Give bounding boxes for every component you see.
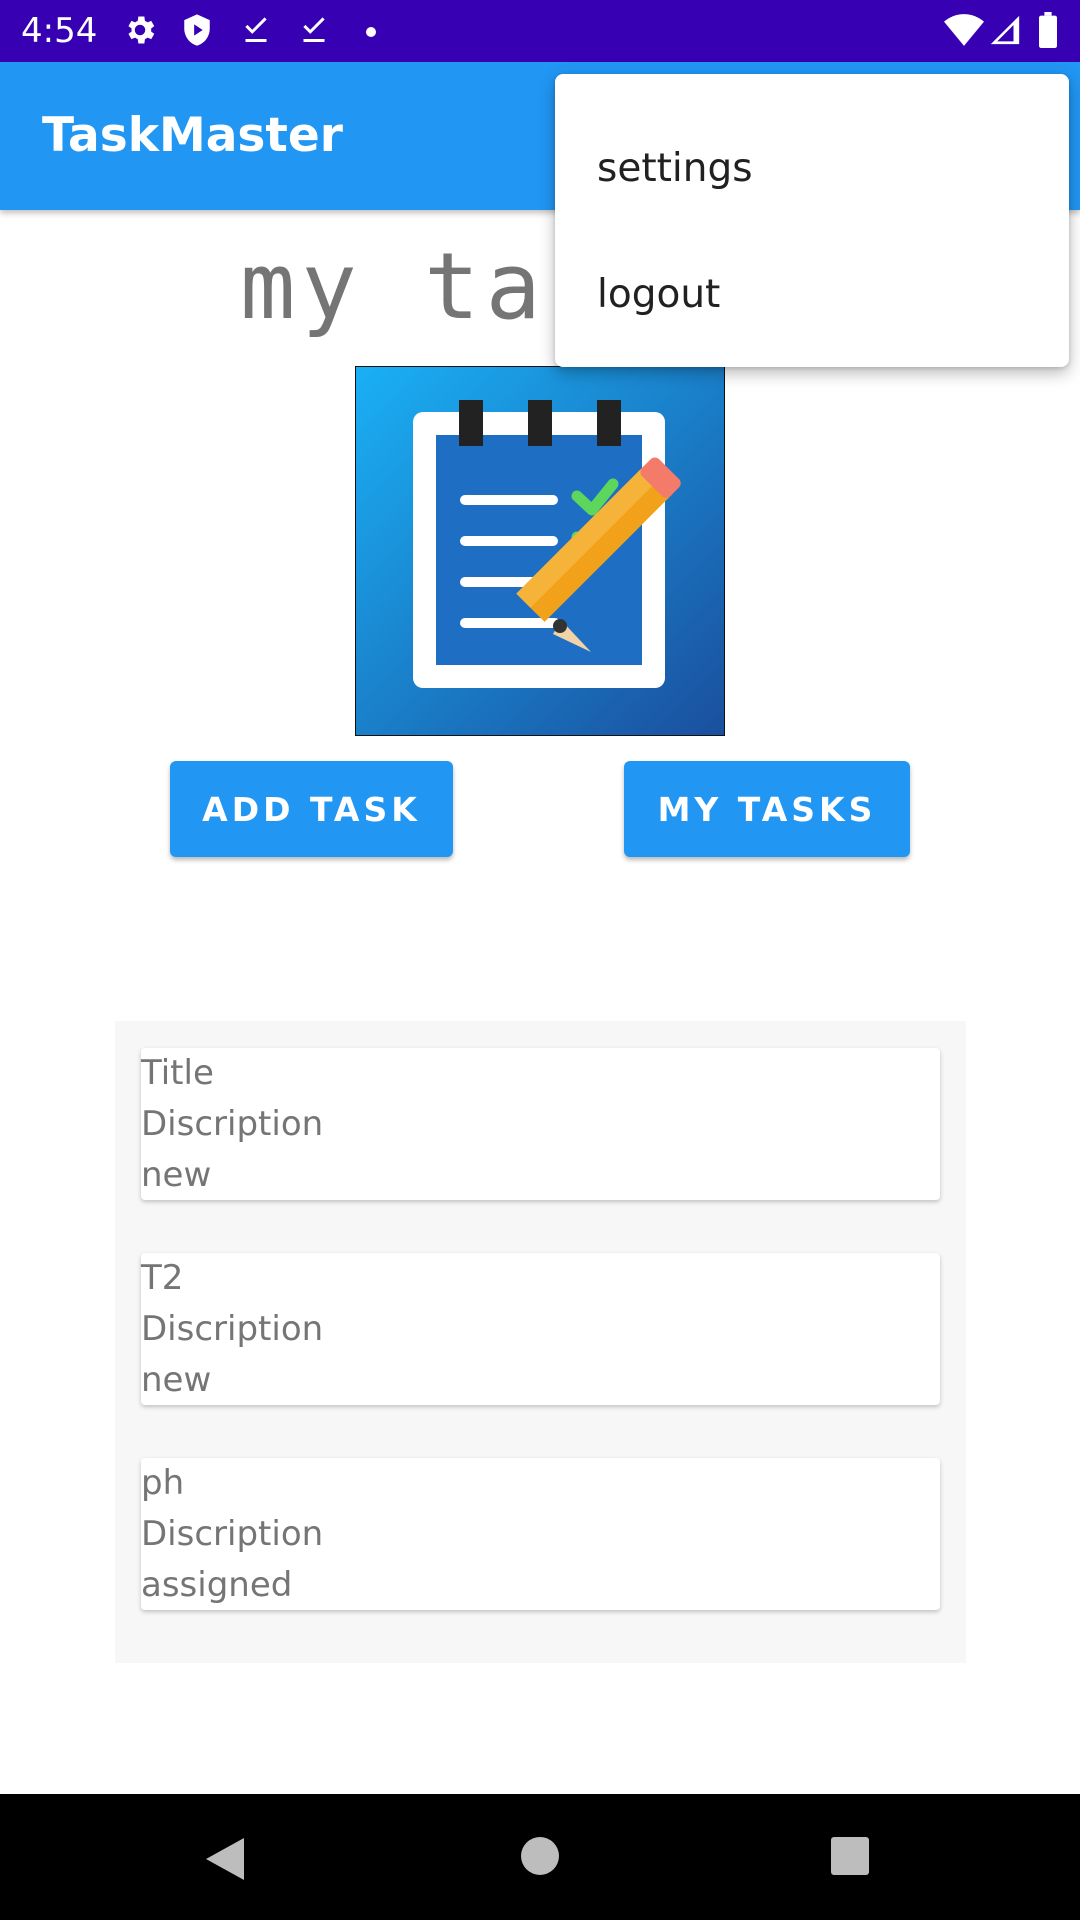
add-task-button[interactable]: ADD TASK — [170, 761, 453, 857]
task-card[interactable]: T2 Discription new — [141, 1253, 940, 1405]
signal-icon — [988, 13, 1022, 51]
back-icon[interactable] — [204, 1836, 246, 1886]
task-card[interactable]: ph Discription assigned — [141, 1458, 940, 1610]
page-heading: my ta — [240, 233, 547, 340]
shield-icon — [180, 12, 214, 52]
task-title: T2 — [141, 1258, 184, 1298]
dot-icon — [364, 24, 378, 43]
overflow-menu: settings logout — [555, 74, 1069, 367]
menu-item-logout[interactable]: logout — [555, 232, 1069, 358]
download-done-icon — [238, 12, 274, 52]
task-status: new — [141, 1155, 212, 1195]
task-list[interactable]: Title Discription new T2 Discription new… — [115, 1021, 966, 1663]
navigation-bar — [0, 1794, 1080, 1920]
task-title: ph — [141, 1463, 185, 1503]
task-status: new — [141, 1360, 212, 1400]
notepad-checklist-pencil-icon — [354, 365, 726, 737]
recents-icon[interactable] — [830, 1836, 870, 1880]
task-description: Discription — [141, 1309, 324, 1349]
my-tasks-button[interactable]: MY TASKS — [624, 761, 910, 857]
app-title: TaskMaster — [42, 108, 343, 163]
task-card[interactable]: Title Discription new — [141, 1048, 940, 1200]
status-time: 4:54 — [21, 11, 98, 51]
status-bar: 4:54 — [0, 0, 1080, 62]
gear-icon — [122, 12, 158, 52]
home-icon[interactable] — [520, 1836, 560, 1880]
screen: 4:54 TaskMaster my ta ADD TASK MY TASKS … — [0, 0, 1080, 1920]
task-description: Discription — [141, 1104, 324, 1144]
battery-icon — [1038, 12, 1058, 52]
download-done-icon — [296, 12, 332, 52]
wifi-icon — [944, 14, 984, 50]
task-description: Discription — [141, 1514, 324, 1554]
task-title: Title — [141, 1053, 214, 1093]
menu-item-settings[interactable]: settings — [555, 106, 1069, 232]
task-status: assigned — [141, 1565, 293, 1605]
